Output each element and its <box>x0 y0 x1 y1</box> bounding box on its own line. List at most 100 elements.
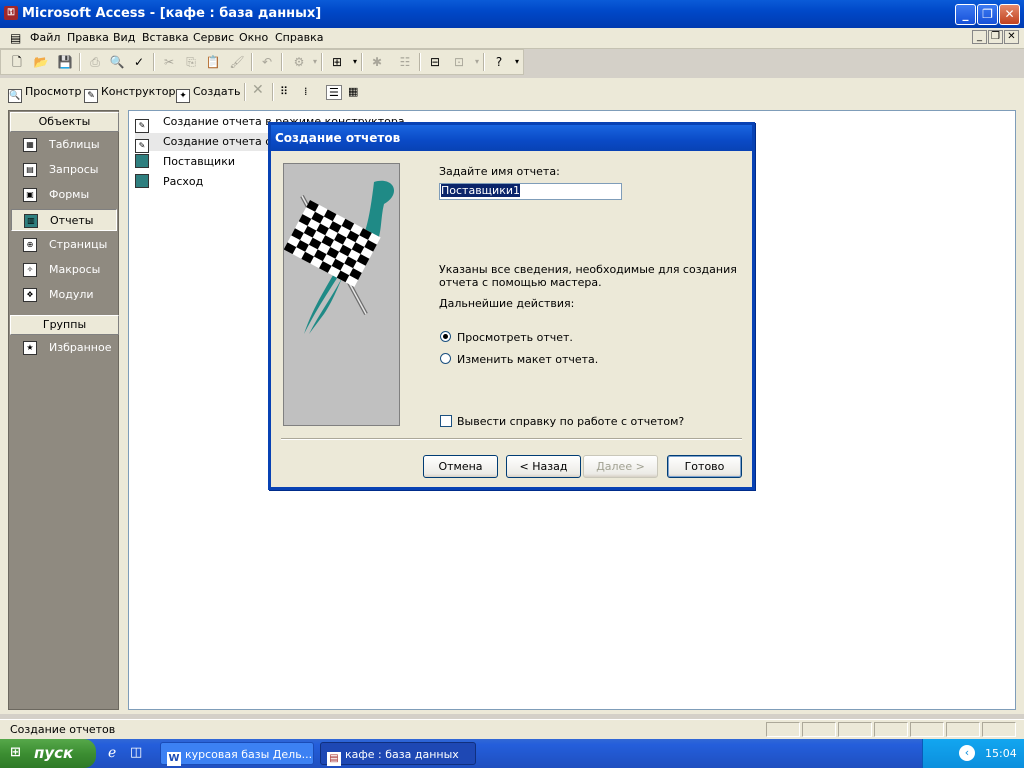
groups-header[interactable]: Группы <box>10 315 119 335</box>
sidebar-item-tables[interactable]: ▦ Таблицы <box>11 134 117 156</box>
save-icon[interactable]: 💾 <box>57 54 73 70</box>
finish-button[interactable]: Готово <box>667 455 742 478</box>
page-icon: ⊕ <box>23 238 37 252</box>
sidebar-item-pages[interactable]: ⊕ Страницы <box>11 234 117 256</box>
list-item-label: Поставщики <box>163 155 235 168</box>
help-checkbox[interactable] <box>440 415 452 427</box>
next-actions-label: Дальнейшие действия: <box>439 297 575 310</box>
menu-help[interactable]: Справка <box>275 31 323 44</box>
dialog-title-bar[interactable]: Создание отчетов <box>271 125 752 151</box>
sidebar-item-label: Избранное <box>49 341 112 354</box>
menu-tools[interactable]: Сервис <box>193 31 234 44</box>
preview-button[interactable]: 🔍 Просмотр <box>8 85 81 103</box>
back-button[interactable]: < Назад <box>506 455 581 478</box>
sidebar-item-queries[interactable]: ▤ Запросы <box>11 159 117 181</box>
list-item-label: Расход <box>163 175 204 188</box>
menu-window[interactable]: Окно <box>239 31 268 44</box>
objects-sidebar: Объекты ▦ Таблицы ▤ Запросы ▣ Формы ▥ Отчеты… <box>8 110 119 710</box>
show-desktop-icon[interactable]: ◫ <box>130 745 142 760</box>
list-item[interactable]: Поставщики <box>135 153 235 171</box>
query-icon: ▤ <box>23 163 37 177</box>
cancel-button[interactable]: Отмена <box>423 455 498 478</box>
sidebar-item-forms[interactable]: ▣ Формы <box>11 184 117 206</box>
sidebar-item-favorites[interactable]: ★ Избранное <box>11 337 117 359</box>
main-toolbar: 🗋 📂 💾 ⎙ 🔍 ✓ ✂ ⎘ 📋 🖌 ↶ ⚙ ▾ ⊞ ▾ ✱ ☷ ⊟ ⊡ ▾ … <box>0 49 524 75</box>
open-icon[interactable]: 📂 <box>33 54 49 70</box>
sidebar-item-label: Модули <box>49 288 94 301</box>
report-name-input[interactable]: Поставщики1 <box>439 183 622 200</box>
copy-icon[interactable]: ⎘ <box>183 54 199 70</box>
task-access[interactable]: ▤ кафе : база данных <box>320 742 476 766</box>
code-icon[interactable]: ✱ <box>369 54 385 70</box>
cut-icon[interactable]: ✂ <box>161 54 177 70</box>
menu-view[interactable]: Вид <box>113 31 135 44</box>
sidebar-item-label: Формы <box>49 188 90 201</box>
modify-layout-label[interactable]: Изменить макет отчета. <box>457 353 598 366</box>
name-prompt: Задайте имя отчета: <box>439 165 560 178</box>
access-key-icon[interactable]: ⚿ <box>4 6 18 20</box>
system-tray: ‹ 15:04 <box>922 739 1024 768</box>
app-title: Microsoft Access - [кафе : база данных] <box>22 6 322 21</box>
spelling-icon[interactable]: ✓ <box>131 54 147 70</box>
close-button[interactable]: ✕ <box>999 4 1020 25</box>
undo-icon[interactable]: ↶ <box>259 54 275 70</box>
office-links-icon[interactable]: ⚙ <box>291 54 307 70</box>
mdi-restore-button[interactable]: ❐ <box>988 30 1003 44</box>
chevron-down-icon[interactable]: ▾ <box>509 54 525 70</box>
chevron-left-icon[interactable]: ‹ <box>959 745 975 761</box>
menu-insert[interactable]: Вставка <box>142 31 189 44</box>
properties-icon[interactable]: ☷ <box>397 54 413 70</box>
mdi-minimize-button[interactable]: _ <box>972 30 987 44</box>
sidebar-item-macros[interactable]: ✧ Макросы <box>11 259 117 281</box>
preview-report-radio[interactable] <box>440 331 451 342</box>
dialog-divider <box>281 438 742 440</box>
modify-layout-radio[interactable] <box>440 353 451 364</box>
mdi-close-button[interactable]: ✕ <box>1004 30 1019 44</box>
objects-header[interactable]: Объекты <box>10 112 119 132</box>
start-label: пуск <box>34 744 74 762</box>
create-button[interactable]: ✦ Создать <box>176 85 241 103</box>
wizard-icon: ✎ <box>135 139 149 153</box>
app-title-bar[interactable]: ⚿ Microsoft Access - [кафе : база данных… <box>0 0 1024 28</box>
list-item[interactable]: Расход <box>135 173 203 191</box>
design-button[interactable]: ✎ Конструктор <box>84 85 175 103</box>
format-painter-icon[interactable]: 🖌 <box>229 54 245 70</box>
design-wizard-icon: ✎ <box>135 119 149 133</box>
next-button[interactable]: Далее > <box>583 455 658 478</box>
windows-logo-icon: ⊞ <box>10 745 21 760</box>
minimize-button[interactable]: _ <box>955 4 976 25</box>
new-object-icon[interactable]: ⊡ <box>451 54 467 70</box>
sidebar-item-reports[interactable]: ▥ Отчеты <box>11 209 117 231</box>
favorites-icon: ★ <box>23 341 37 355</box>
list-view-icon[interactable]: ☰ <box>326 85 342 100</box>
sidebar-item-label: Таблицы <box>49 138 100 151</box>
small-icons-icon[interactable]: ⁞ <box>304 85 308 98</box>
ie-icon[interactable]: ℯ <box>108 745 116 761</box>
relationships-icon[interactable]: ⊟ <box>427 54 443 70</box>
clock: 15:04 <box>985 747 1017 760</box>
status-text: Создание отчетов <box>10 723 116 736</box>
db-window-icon[interactable]: ▤ <box>10 31 21 45</box>
large-icons-icon[interactable]: ⠿ <box>280 85 288 98</box>
sidebar-item-modules[interactable]: ❖ Модули <box>11 284 117 306</box>
print-preview-icon[interactable]: 🔍 <box>109 54 125 70</box>
taskbar: ⊞ пуск ℯ ◫ Wкурсовая базы Дель... ▤ кафе … <box>0 739 1024 768</box>
print-icon[interactable]: ⎙ <box>87 54 103 70</box>
help-checkbox-label[interactable]: Вывести справку по работе с отчетом? <box>457 415 684 428</box>
preview-report-label[interactable]: Просмотреть отчет. <box>457 331 573 344</box>
start-button[interactable]: ⊞ пуск <box>0 739 96 768</box>
restore-button[interactable]: ❐ <box>977 4 998 25</box>
task-word[interactable]: Wкурсовая базы Дель... <box>160 742 314 766</box>
macro-icon: ✧ <box>23 263 37 277</box>
delete-icon[interactable]: ✕ <box>252 82 264 98</box>
preview-icon: 🔍 <box>8 89 22 103</box>
db-toolbar: 🔍 Просмотр ✎ Конструктор ✦ Создать ✕ ⠿ ⁞ ☰ … <box>0 80 1024 106</box>
menu-file[interactable]: Файл <box>30 31 60 44</box>
menu-edit[interactable]: Правка <box>67 31 109 44</box>
help-icon[interactable]: ? <box>491 54 507 70</box>
report-icon <box>135 154 149 168</box>
analyze-icon[interactable]: ⊞ <box>329 54 345 70</box>
new-icon[interactable]: 🗋 <box>9 54 25 70</box>
details-view-icon[interactable]: ▦ <box>348 85 358 98</box>
paste-icon[interactable]: 📋 <box>205 54 221 70</box>
